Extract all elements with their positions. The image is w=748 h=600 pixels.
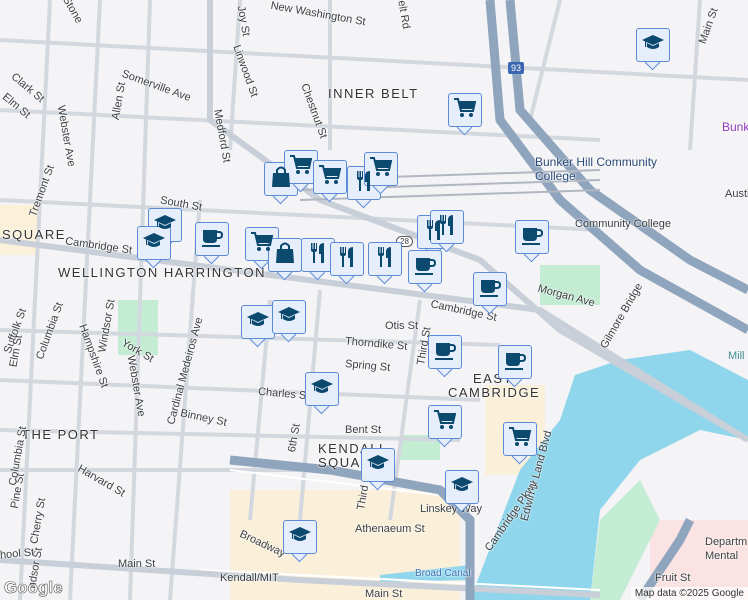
fork-knife-icon <box>306 241 330 270</box>
map-marker-shopping-cart[interactable] <box>428 405 462 448</box>
street-label: Main St <box>118 558 156 570</box>
shopping-cart-icon <box>433 408 457 437</box>
coffee-cup-icon <box>503 348 527 377</box>
graduation-cap-icon <box>366 451 390 480</box>
marker-box <box>408 250 442 284</box>
marker-box <box>448 93 482 127</box>
map-marker-graduation-cap[interactable] <box>305 372 339 415</box>
transit-label: Kendall/MIT <box>220 572 279 584</box>
marker-box <box>636 28 670 62</box>
coffee-cup-icon <box>478 275 502 304</box>
map-marker-shopping-cart[interactable] <box>503 422 537 465</box>
marker-box <box>305 372 339 406</box>
marker-box <box>473 272 507 306</box>
map-marker-fork-knife[interactable] <box>430 210 464 253</box>
poi-label: Bunk <box>722 120 748 134</box>
graduation-cap-icon <box>277 303 301 332</box>
marker-box <box>137 226 171 260</box>
coffee-cup-icon <box>413 253 437 282</box>
map-marker-graduation-cap[interactable] <box>636 28 670 71</box>
marker-box <box>195 222 229 256</box>
neighborhood-label: SQUARE <box>2 227 66 242</box>
poi-label: Mill <box>728 350 745 362</box>
marker-box <box>498 345 532 379</box>
shopping-bag-icon <box>273 241 297 270</box>
neighborhood-label: THE PORT <box>22 427 100 442</box>
map-marker-coffee-cup[interactable] <box>408 250 442 293</box>
map-marker-coffee-cup[interactable] <box>473 272 507 315</box>
map-marker-graduation-cap[interactable] <box>272 300 306 343</box>
interstate-shield: 93 <box>508 62 525 74</box>
map-marker-coffee-cup[interactable] <box>498 345 532 388</box>
street-label: Bent St <box>345 424 382 436</box>
graduation-cap-icon <box>450 473 474 502</box>
street-label: Austi <box>725 188 748 200</box>
marker-box <box>361 448 395 482</box>
marker-box <box>368 242 402 276</box>
graduation-cap-icon <box>142 229 166 258</box>
marker-box <box>268 238 302 272</box>
marker-box <box>428 335 462 369</box>
shopping-cart-icon <box>508 425 532 454</box>
map-marker-graduation-cap[interactable] <box>241 305 275 348</box>
map-marker-fork-knife[interactable] <box>330 242 364 285</box>
map-marker-coffee-cup[interactable] <box>515 220 549 263</box>
fork-knife-icon <box>373 245 397 274</box>
marker-box <box>283 520 317 554</box>
marker-box <box>241 305 275 339</box>
street-label: Athenaeum St <box>355 523 425 535</box>
transit-label: Community College <box>575 218 671 230</box>
shopping-cart-icon <box>453 96 477 125</box>
map-marker-graduation-cap[interactable] <box>445 470 479 513</box>
marker-box <box>515 220 549 254</box>
graduation-cap-icon <box>246 308 270 337</box>
marker-box <box>428 405 462 439</box>
marker-box <box>330 242 364 276</box>
graduation-cap-icon <box>288 523 312 552</box>
marker-box <box>503 422 537 456</box>
marker-box <box>272 300 306 334</box>
marker-box <box>313 160 347 194</box>
water-label: Broad Canal <box>415 568 471 579</box>
map-marker-shopping-cart[interactable] <box>448 93 482 136</box>
map-marker-graduation-cap[interactable] <box>137 226 171 269</box>
marker-box <box>445 470 479 504</box>
map-marker-shopping-cart[interactable] <box>313 160 347 203</box>
map-attribution[interactable]: Map data ©2025 Google <box>630 587 748 600</box>
coffee-cup-icon <box>200 225 224 254</box>
graduation-cap-icon <box>310 375 334 404</box>
poi-label: Departm Mental <box>705 536 748 562</box>
coffee-cup-icon <box>433 338 457 367</box>
street-label: Otis St <box>385 320 419 332</box>
graduation-cap-icon <box>641 31 665 60</box>
shopping-cart-icon <box>318 163 342 192</box>
fork-knife-icon <box>335 245 359 274</box>
map-marker-fork-knife[interactable] <box>368 242 402 285</box>
map-marker-graduation-cap[interactable] <box>283 520 317 563</box>
street-label: Main St <box>365 588 403 600</box>
map-marker-coffee-cup[interactable] <box>195 222 229 265</box>
map-marker-coffee-cup[interactable] <box>428 335 462 378</box>
map-marker-shopping-bag[interactable] <box>268 238 302 281</box>
neighborhood-label: INNER BELT <box>328 86 419 101</box>
street-label: Fruit St <box>655 572 691 584</box>
google-logo: Google <box>4 578 63 598</box>
map-marker-graduation-cap[interactable] <box>361 448 395 491</box>
poi-label: Bunker Hill Community College <box>535 155 658 183</box>
coffee-cup-icon <box>520 223 544 252</box>
